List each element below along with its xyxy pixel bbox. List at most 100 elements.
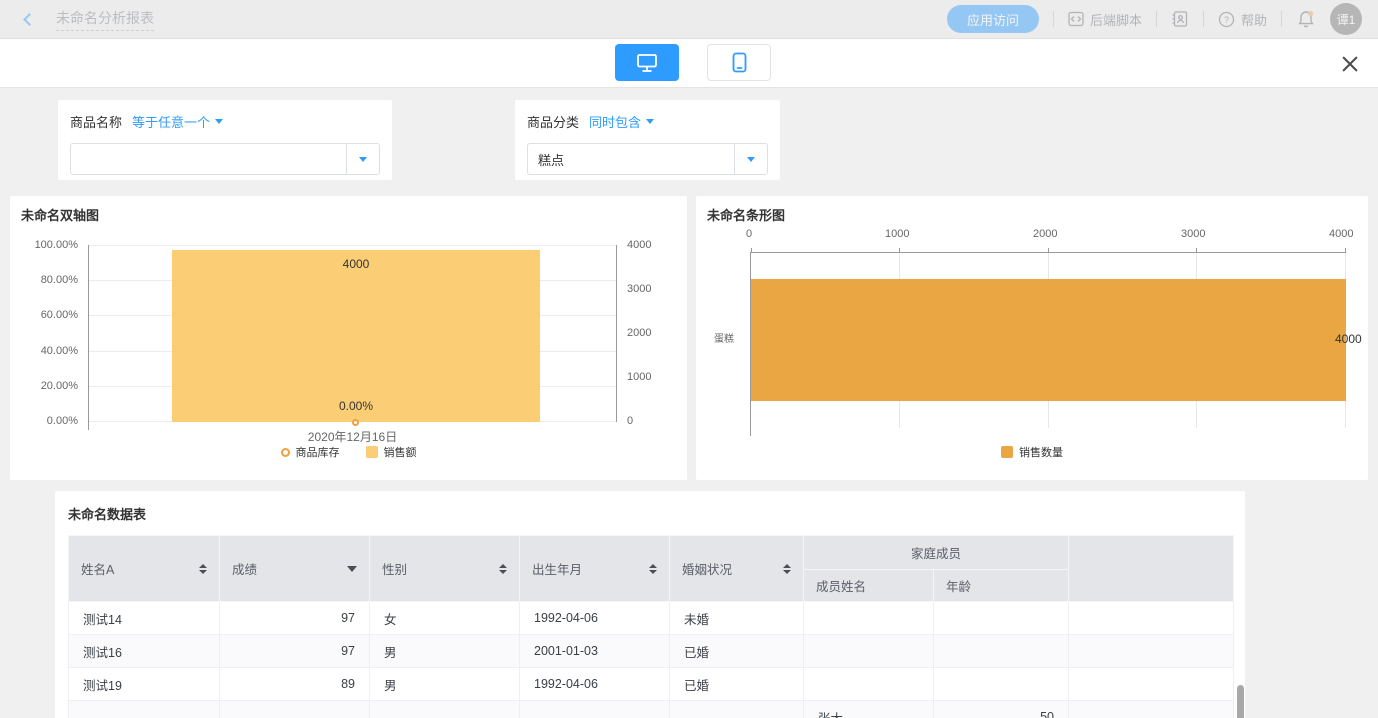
- cell-empty: [1069, 701, 1234, 718]
- y-right-tick: 1000: [627, 371, 651, 383]
- x-top-tick: 0: [746, 228, 752, 240]
- user-avatar[interactable]: 谭1: [1330, 3, 1362, 35]
- notification-button[interactable]: [1296, 9, 1316, 29]
- table-row[interactable]: 张大 50: [69, 701, 1234, 718]
- y-axis-category-label: 蛋糕: [714, 330, 746, 345]
- column-header-age[interactable]: 年龄: [934, 570, 1069, 602]
- column-label: 成绩: [232, 559, 257, 578]
- mobile-icon: [732, 52, 747, 73]
- backend-script-button[interactable]: 后端脚本: [1068, 10, 1142, 29]
- cell-birth: 1992-04-06: [520, 668, 670, 701]
- header-actions: 应用访问 后端脚本 ? 帮助: [947, 3, 1362, 35]
- legend-item-sales[interactable]: 销售额: [366, 444, 417, 460]
- cell-score: 89: [220, 668, 370, 701]
- y-left-tick: 80.00%: [10, 274, 78, 286]
- y-left-tick: 100.00%: [10, 239, 78, 251]
- cell-member-name: [804, 668, 934, 701]
- quantity-bar-value-label: 4000: [1335, 332, 1362, 346]
- cell-member-name: [804, 602, 934, 635]
- filter-field-label: 商品分类: [527, 112, 579, 131]
- stock-point-value-label: 0.00%: [172, 399, 540, 413]
- column-header-gender[interactable]: 性别: [370, 536, 520, 602]
- column-header-name[interactable]: 姓名A: [69, 536, 220, 602]
- filter-card-product-name: 商品名称 等于任意一个: [58, 100, 392, 180]
- chevron-down-icon: [646, 119, 654, 124]
- column-label: 姓名A: [81, 559, 114, 578]
- filter-dropdown-button[interactable]: [734, 144, 767, 174]
- table-row[interactable]: 测试16 97 男 2001-01-03 已婚: [69, 635, 1234, 668]
- sort-icon[interactable]: [649, 564, 657, 574]
- mobile-view-button[interactable]: [707, 44, 771, 81]
- help-label: 帮助: [1241, 10, 1267, 29]
- code-icon: [1068, 11, 1084, 27]
- table-row[interactable]: 测试19 89 男 1992-04-06 已婚: [69, 668, 1234, 701]
- question-icon: ?: [1218, 11, 1235, 28]
- desktop-icon: [636, 53, 658, 73]
- filter-operator-dropdown[interactable]: 同时包含: [589, 112, 654, 131]
- contacts-icon: [1171, 10, 1189, 28]
- sort-icon[interactable]: [199, 564, 207, 574]
- sort-icon[interactable]: [783, 564, 791, 574]
- legend-item-quantity[interactable]: 销售数量: [1001, 444, 1063, 460]
- column-label: 出生年月: [532, 559, 582, 578]
- column-header-score[interactable]: 成绩: [220, 536, 370, 602]
- filter-dropdown-button[interactable]: [346, 144, 379, 174]
- filter-value-input[interactable]: [528, 144, 733, 174]
- desktop-view-button[interactable]: [615, 44, 679, 81]
- cell-score: 97: [220, 635, 370, 668]
- quantity-bar[interactable]: [751, 279, 1346, 401]
- help-button[interactable]: ? 帮助: [1218, 10, 1267, 29]
- cell-name: 测试14: [69, 602, 220, 635]
- square-marker-icon: [1001, 446, 1013, 458]
- x-top-tick: 1000: [885, 228, 909, 240]
- close-preview-button[interactable]: [1338, 52, 1362, 76]
- cell-score: [220, 701, 370, 718]
- column-header-marital[interactable]: 婚姻状况: [670, 536, 804, 602]
- legend-item-stock[interactable]: 商品库存: [281, 444, 340, 460]
- sales-bar-value-label: 4000: [172, 257, 540, 271]
- filter-operator-dropdown[interactable]: 等于任意一个: [132, 112, 223, 131]
- filter-operator-label: 同时包含: [589, 112, 641, 131]
- contacts-button[interactable]: [1171, 10, 1189, 28]
- filter-card-product-category: 商品分类 同时包含: [515, 100, 780, 180]
- dual-axis-chart-card: 未命名双轴图 100.00% 80.00% 60.00% 40.00% 20.0…: [10, 196, 687, 480]
- ring-marker-icon: [281, 448, 290, 457]
- x-axis-category-label: 2020年12月16日: [88, 428, 617, 445]
- app-window: 未命名分析报表 应用访问 后端脚本 ?: [0, 0, 1378, 718]
- sort-icon[interactable]: [499, 564, 507, 574]
- x-top-tick: 2000: [1033, 228, 1057, 240]
- cell-marital: [670, 701, 804, 718]
- cell-birth: 1992-04-06: [520, 602, 670, 635]
- report-title[interactable]: 未命名分析报表: [56, 8, 154, 31]
- table-vertical-scrollbar[interactable]: [1237, 685, 1244, 718]
- column-group-family: 家庭成员: [804, 536, 1069, 570]
- cell-age: [934, 635, 1069, 668]
- chevron-down-icon: [359, 157, 367, 162]
- divider: [1203, 11, 1204, 27]
- filter-value-input[interactable]: [71, 144, 345, 174]
- chart-title: 未命名双轴图: [21, 205, 99, 224]
- column-header-member-name[interactable]: 成员姓名: [804, 570, 934, 602]
- gridline: [89, 245, 616, 246]
- chart-legend: 销售数量: [696, 444, 1368, 460]
- cell-score: 97: [220, 602, 370, 635]
- sales-bar[interactable]: [172, 250, 540, 422]
- table-row[interactable]: 测试14 97 女 1992-04-06 未婚: [69, 602, 1234, 635]
- stock-point-marker[interactable]: [352, 419, 359, 426]
- sort-desc-icon[interactable]: [347, 566, 357, 572]
- axis-tick: [751, 248, 752, 253]
- table-title: 未命名数据表: [68, 504, 1232, 523]
- back-button[interactable]: [16, 6, 42, 32]
- column-header-birth[interactable]: 出生年月: [520, 536, 670, 602]
- cell-age: [934, 602, 1069, 635]
- column-label: 婚姻状况: [682, 559, 732, 578]
- square-marker-icon: [366, 446, 378, 458]
- cell-gender: 男: [370, 635, 520, 668]
- cell-name: 测试19: [69, 668, 220, 701]
- y-right-tick: 0: [627, 415, 633, 427]
- filter-field-label: 商品名称: [70, 112, 122, 131]
- app-access-button[interactable]: 应用访问: [947, 5, 1039, 33]
- data-table-card: 未命名数据表 姓名A 成绩: [55, 491, 1245, 718]
- cell-marital: 已婚: [670, 668, 804, 701]
- cell-member-name: 张大: [804, 701, 934, 718]
